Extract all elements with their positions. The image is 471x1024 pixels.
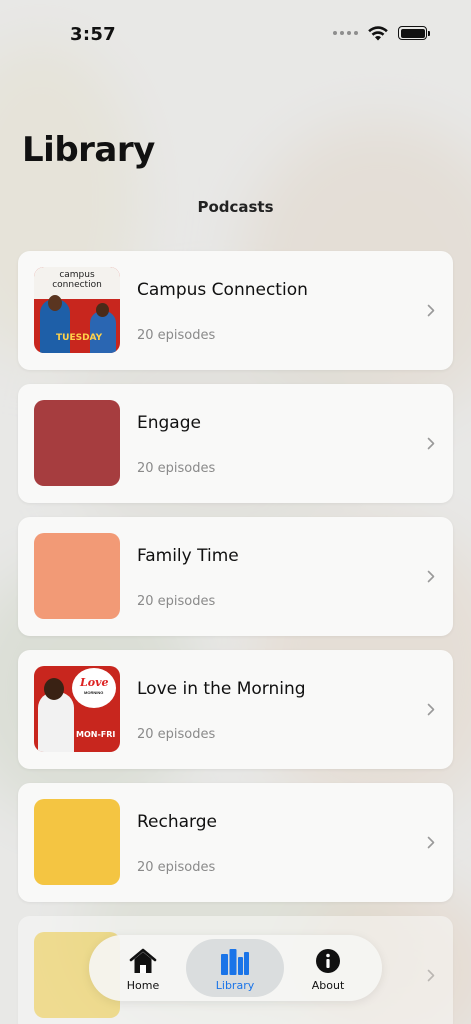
podcast-title: Recharge bbox=[137, 812, 217, 832]
status-bar: 3:57 bbox=[0, 0, 471, 70]
section-title: Podcasts bbox=[197, 198, 274, 216]
books-icon bbox=[221, 949, 249, 975]
chevron-right-icon bbox=[427, 304, 435, 317]
podcast-cover-image: Love MORNING MON-FRI bbox=[34, 666, 120, 752]
podcast-row-engage[interactable]: Engage 20 episodes bbox=[18, 384, 453, 503]
battery-icon bbox=[398, 26, 430, 40]
wifi-icon bbox=[368, 26, 388, 41]
tab-label: Library bbox=[215, 979, 255, 992]
podcast-title: Family Time bbox=[137, 546, 239, 566]
cellular-signal-icon bbox=[333, 31, 358, 35]
tab-about[interactable]: About bbox=[279, 939, 377, 997]
podcast-row-family-time[interactable]: Family Time 20 episodes bbox=[18, 517, 453, 636]
podcast-title: Campus Connection bbox=[137, 280, 308, 300]
chevron-right-icon bbox=[427, 969, 435, 982]
chevron-right-icon bbox=[427, 703, 435, 716]
status-time: 3:57 bbox=[70, 24, 116, 45]
chevron-right-icon bbox=[427, 570, 435, 583]
tab-home[interactable]: Home bbox=[94, 939, 192, 997]
podcast-cover-image bbox=[34, 533, 120, 619]
podcast-row-campus-connection[interactable]: campus connection TUESDAY Campus Connect… bbox=[18, 251, 453, 370]
podcast-row-love-in-the-morning[interactable]: Love MORNING MON-FRI Love in the Morning… bbox=[18, 650, 453, 769]
tab-library[interactable]: Library bbox=[186, 939, 284, 997]
chevron-right-icon bbox=[427, 836, 435, 849]
chevron-right-icon bbox=[427, 437, 435, 450]
episode-count: 20 episodes bbox=[137, 328, 216, 343]
podcast-cover-image bbox=[34, 400, 120, 486]
house-icon bbox=[129, 948, 157, 973]
podcast-cover-image bbox=[34, 799, 120, 885]
episode-count: 20 episodes bbox=[137, 860, 216, 875]
page-title: Library bbox=[22, 130, 155, 170]
podcast-cover-image: campus connection TUESDAY bbox=[34, 267, 120, 353]
tab-label: About bbox=[311, 979, 345, 992]
podcast-title: Engage bbox=[137, 413, 201, 433]
episode-count: 20 episodes bbox=[137, 594, 216, 609]
tab-bar: Home Library About bbox=[89, 935, 382, 1001]
tab-label: Home bbox=[126, 979, 160, 992]
podcast-row-recharge[interactable]: Recharge 20 episodes bbox=[18, 783, 453, 902]
episode-count: 20 episodes bbox=[137, 461, 216, 476]
podcast-title: Love in the Morning bbox=[137, 679, 306, 699]
info-icon bbox=[316, 949, 340, 973]
episode-count: 20 episodes bbox=[137, 727, 216, 742]
